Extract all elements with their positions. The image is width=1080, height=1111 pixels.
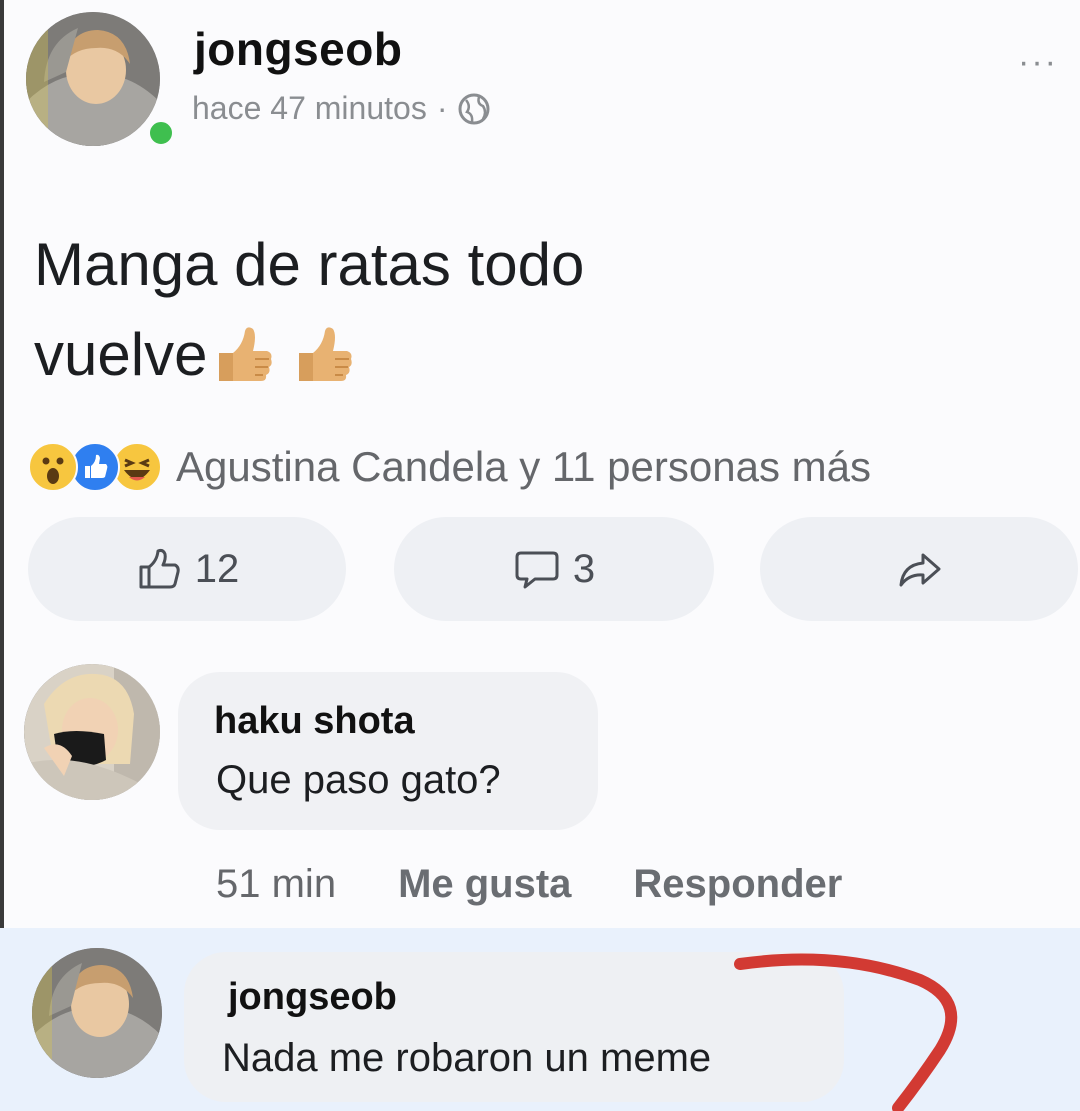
post-author-name[interactable]: jongseob bbox=[194, 22, 402, 76]
comment-count: 3 bbox=[572, 546, 596, 591]
globe-icon bbox=[458, 93, 490, 124]
reactions-text[interactable]: Agustina Candela y 11 personas más bbox=[176, 443, 871, 491]
comment-bubble bbox=[178, 672, 598, 830]
post-text-line-2-text: vuelve bbox=[34, 321, 208, 388]
reply-text: Nada me robaron un meme bbox=[222, 1036, 712, 1080]
comment-reply-link[interactable]: Responder bbox=[633, 862, 842, 907]
commenter-name[interactable]: haku shota bbox=[214, 700, 415, 743]
post-text: Manga de ratas todo vuelve bbox=[34, 220, 934, 400]
online-status-indicator bbox=[146, 118, 176, 148]
reply-author-name[interactable]: jongseob bbox=[228, 976, 397, 1019]
like-button[interactable]: 12 bbox=[28, 517, 346, 621]
wow-reaction-icon bbox=[28, 442, 78, 492]
thumbs-up-emoji bbox=[299, 327, 353, 381]
comment-text: Que paso gato? bbox=[216, 758, 501, 802]
post-text-line-1: Manga de ratas todo bbox=[34, 231, 585, 298]
reply-author-avatar[interactable] bbox=[32, 948, 162, 1078]
share-button[interactable] bbox=[760, 517, 1078, 621]
like-outline-icon bbox=[139, 548, 180, 589]
thumbs-up-emoji bbox=[219, 327, 273, 381]
like-count: 12 bbox=[194, 546, 240, 591]
reactions-summary[interactable]: Agustina Candela y 11 personas más bbox=[28, 442, 871, 492]
post-timestamp[interactable]: hace 47 minutos bbox=[192, 90, 427, 127]
red-annotation-mark bbox=[734, 953, 958, 1111]
comment-timestamp[interactable]: 51 min bbox=[216, 862, 336, 907]
post-author-avatar[interactable] bbox=[26, 12, 160, 146]
meta-separator: · bbox=[436, 90, 448, 126]
post-text-line-2: vuelve bbox=[34, 310, 934, 400]
post-meta: hace 47 minutos · bbox=[192, 90, 491, 127]
comment-like-link[interactable]: Me gusta bbox=[398, 862, 571, 907]
commenter-avatar[interactable] bbox=[24, 664, 160, 800]
comment-button[interactable]: 3 bbox=[394, 517, 714, 621]
comment-icon bbox=[515, 551, 559, 589]
comment-actions: 51 min Me gusta Responder bbox=[216, 862, 842, 907]
more-options-icon[interactable]: ··· bbox=[1018, 45, 1058, 79]
share-icon bbox=[899, 553, 941, 587]
